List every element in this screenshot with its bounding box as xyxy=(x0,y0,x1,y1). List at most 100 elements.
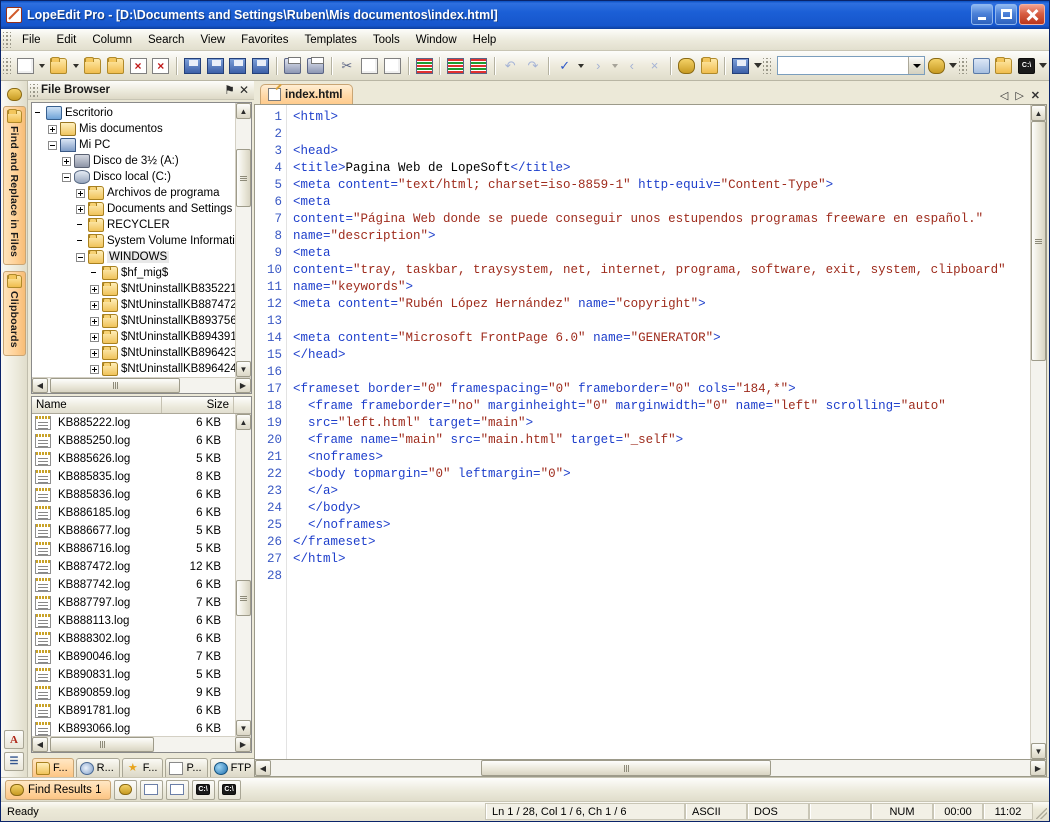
tree-item[interactable]: $NtUninstallKB894391$ xyxy=(34,329,235,345)
cut-icon[interactable]: ✂ xyxy=(335,55,358,77)
code-line[interactable]: <body topmargin="0" leftmargin="0"> xyxy=(293,466,1030,483)
code-line[interactable]: <noframes> xyxy=(293,449,1030,466)
bookmark-dropdown-icon[interactable] xyxy=(576,55,587,77)
collapse-icon[interactable] xyxy=(48,141,57,150)
editor-scroll-right-icon[interactable]: ▶ xyxy=(1030,760,1046,776)
code-line[interactable] xyxy=(293,364,1030,381)
tree-item[interactable]: System Volume Information xyxy=(34,233,235,249)
table-row[interactable]: KB886677.log5 KB xyxy=(32,522,235,540)
menu-view[interactable]: View xyxy=(192,32,233,48)
pin-icon[interactable]: ⚑ xyxy=(224,84,235,96)
bookmark-next-icon[interactable]: › xyxy=(587,55,610,77)
new-file-icon[interactable] xyxy=(14,55,37,77)
tree-scroll-left-icon[interactable]: ◀ xyxy=(32,378,48,393)
toolbar-gripper-main[interactable] xyxy=(3,58,11,74)
find-in-files-icon[interactable] xyxy=(698,55,721,77)
save-ftp-icon[interactable] xyxy=(249,55,272,77)
menu-help[interactable]: Help xyxy=(465,32,505,48)
list-scroll-down-icon[interactable]: ▼ xyxy=(236,720,251,736)
clear-bookmarks-icon[interactable]: × xyxy=(643,55,666,77)
code-line[interactable]: </head> xyxy=(293,347,1030,364)
tree-item[interactable]: $NtUninstallKB887472$ xyxy=(34,297,235,313)
editor-scroll-track[interactable] xyxy=(1031,121,1046,743)
collapse-icon[interactable] xyxy=(76,253,85,262)
code-line[interactable] xyxy=(293,126,1030,143)
tree-scroll-right-icon[interactable]: ▶ xyxy=(235,378,251,393)
list-hscroll-thumb[interactable] xyxy=(50,737,154,752)
table-row[interactable]: KB885836.log6 KB xyxy=(32,486,235,504)
tree-item[interactable]: Disco local (C:) xyxy=(34,169,235,185)
code-line[interactable]: <head> xyxy=(293,143,1030,160)
close-tab-icon[interactable]: ✕ xyxy=(1031,89,1040,102)
code-line[interactable]: src="left.html" target="main"> xyxy=(293,415,1030,432)
collapse-icon[interactable] xyxy=(62,173,71,182)
table-row[interactable]: KB885250.log6 KB xyxy=(32,432,235,450)
table-row[interactable]: KB890046.log7 KB xyxy=(32,648,235,666)
expand-icon[interactable] xyxy=(90,349,99,358)
table-row[interactable]: KB887472.log12 KB xyxy=(32,558,235,576)
tree-item[interactable]: WINDOWS xyxy=(34,249,235,265)
file-browser-tab-2[interactable]: ★F... xyxy=(122,758,164,777)
tree-scroll-up-icon[interactable]: ▲ xyxy=(236,103,251,119)
menu-tools[interactable]: Tools xyxy=(365,32,408,48)
tree-scroll-thumb[interactable] xyxy=(236,149,251,207)
tree-vertical-scrollbar[interactable]: ▲ ▼ xyxy=(235,103,251,377)
tree-item[interactable]: $NtUninstallKB893756$ xyxy=(34,313,235,329)
chevron-down-icon[interactable] xyxy=(908,57,924,74)
toolbar-gripper-tools[interactable] xyxy=(959,58,967,74)
file-browser-tab-1[interactable]: R... xyxy=(76,758,120,777)
console-2-button[interactable]: C:\ xyxy=(218,780,241,800)
find-again-button[interactable] xyxy=(114,780,137,800)
code-line[interactable]: <title>Pagina Web de LopeSoft</title> xyxy=(293,160,1030,177)
expand-icon[interactable] xyxy=(48,125,57,134)
code-line[interactable]: </frameset> xyxy=(293,534,1030,551)
tree-horizontal-scrollbar[interactable]: ◀ ▶ xyxy=(32,377,251,393)
console-1-button[interactable]: C:\ xyxy=(192,780,215,800)
code-line[interactable]: content="Página Web donde se puede conse… xyxy=(293,211,1030,228)
table-row[interactable]: KB890831.log5 KB xyxy=(32,666,235,684)
tree-item[interactable]: RECYCLER xyxy=(34,217,235,233)
goto-icon[interactable] xyxy=(729,55,752,77)
expand-icon[interactable] xyxy=(62,157,71,166)
tools-toolbar-overflow-button[interactable] xyxy=(1038,54,1049,78)
close-file-icon[interactable] xyxy=(127,55,150,77)
menu-templates[interactable]: Templates xyxy=(296,32,364,48)
bookmark-next-dropdown-icon[interactable] xyxy=(610,55,621,77)
table-row[interactable]: KB886185.log6 KB xyxy=(32,504,235,522)
print-icon[interactable] xyxy=(281,55,304,77)
indent-left-icon[interactable] xyxy=(467,55,490,77)
table-row[interactable]: KB890859.log9 KB xyxy=(32,684,235,702)
close-all-icon[interactable] xyxy=(149,55,172,77)
menu-window[interactable]: Window xyxy=(408,32,465,48)
new-file-dropdown-icon[interactable] xyxy=(37,55,48,77)
expand-icon[interactable] xyxy=(90,365,99,374)
menu-column[interactable]: Column xyxy=(84,32,140,48)
code-line[interactable]: <html> xyxy=(293,109,1030,126)
editor-tab-index-html[interactable]: index.html xyxy=(260,84,353,104)
list-horizontal-scrollbar[interactable]: ◀ ▶ xyxy=(32,736,251,752)
list-hscroll-track[interactable] xyxy=(48,737,235,752)
bookmark-toggle-icon[interactable]: ✓ xyxy=(553,55,576,77)
table-row[interactable]: KB885626.log5 KB xyxy=(32,450,235,468)
redo-icon[interactable]: ↷ xyxy=(522,55,545,77)
file-list-rows[interactable]: KB885222.log6 KBKB885250.log6 KBKB885626… xyxy=(32,414,235,736)
results-list-button[interactable] xyxy=(140,780,163,800)
toolbar-gripper-search[interactable] xyxy=(763,58,771,74)
code-text[interactable]: <html> <head><title>Pagina Web de LopeSo… xyxy=(287,105,1030,759)
code-line[interactable]: </body> xyxy=(293,500,1030,517)
code-line[interactable]: <meta xyxy=(293,245,1030,262)
tree-item[interactable]: $NtUninstallKB896424$ xyxy=(34,361,235,377)
table-row[interactable]: KB885835.log8 KB xyxy=(32,468,235,486)
editor-vertical-scrollbar[interactable]: ▲ ▼ xyxy=(1030,105,1046,759)
list-scroll-right-icon[interactable]: ▶ xyxy=(235,737,251,752)
tree-item[interactable]: Mi PC xyxy=(34,137,235,153)
indent-block-icon[interactable] xyxy=(413,55,436,77)
table-row[interactable]: KB886716.log5 KB xyxy=(32,540,235,558)
code-line[interactable]: <frame frameborder="no" marginheight="0"… xyxy=(293,398,1030,415)
tree-item[interactable]: $NtUninstallKB835221W xyxy=(34,281,235,297)
menu-file[interactable]: File xyxy=(14,32,49,48)
document-button[interactable]: ☰ xyxy=(4,752,24,771)
resize-grip[interactable] xyxy=(1033,802,1049,821)
tree-item[interactable]: Archivos de programa xyxy=(34,185,235,201)
expand-icon[interactable] xyxy=(90,301,99,310)
